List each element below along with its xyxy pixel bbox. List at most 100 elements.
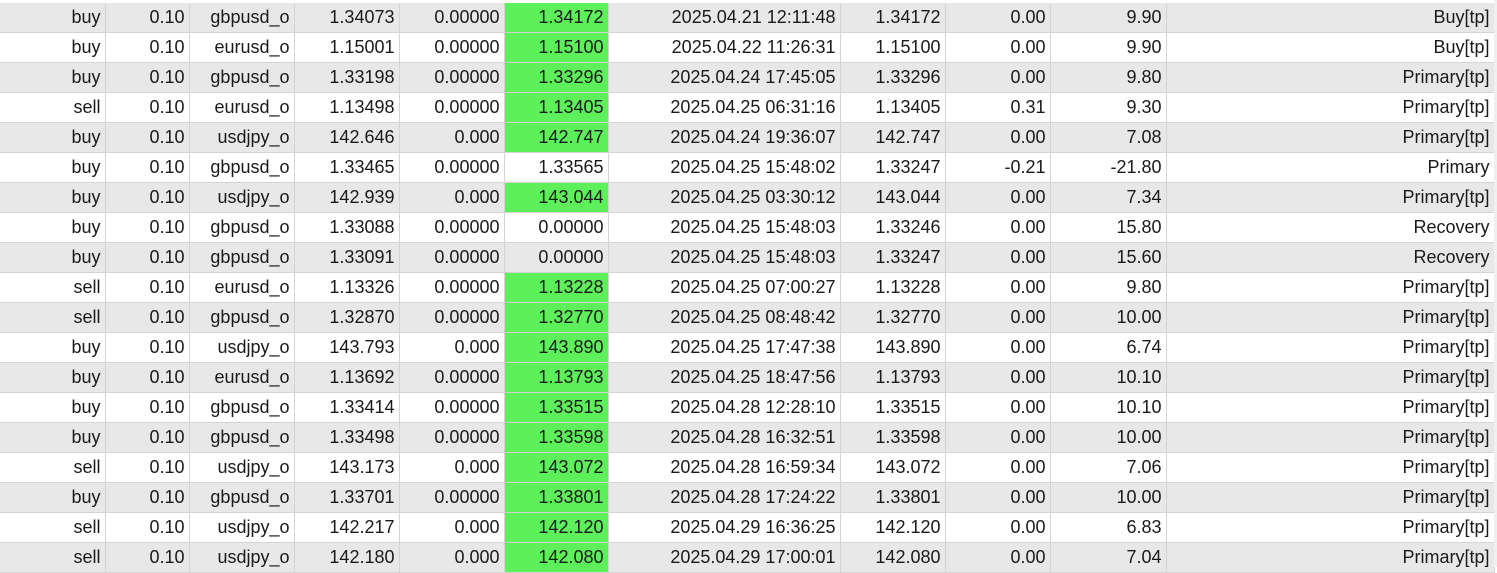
table-row[interactable]: buy 0.10 gbpusd_o 1.33198 0.00000 1.33296 2025… — [0, 62, 1495, 93]
open-price-cell: 142.939 — [294, 182, 400, 213]
swap-cell: 0.00 — [945, 512, 1051, 543]
stop-loss-cell: 0.000 — [399, 182, 505, 213]
table-row[interactable]: buy 0.10 gbpusd_o 1.33498 0.00000 1.33598 2025… — [0, 422, 1495, 453]
take-profit-cell: 1.33598 — [504, 422, 609, 453]
take-profit-cell: 143.044 — [504, 182, 609, 213]
trade-type-cell: buy — [0, 122, 106, 153]
take-profit-cell: 1.13405 — [504, 92, 609, 123]
table-row[interactable]: sell 0.10 usdjpy_o 142.217 0.000 142.120 2025.… — [0, 512, 1495, 543]
table-row[interactable]: sell 0.10 usdjpy_o 143.173 0.000 143.072 2025.… — [0, 452, 1495, 483]
volume-cell: 0.10 — [105, 272, 190, 303]
table-row[interactable]: sell 0.10 usdjpy_o 142.180 0.000 142.080 2025.… — [0, 542, 1495, 573]
stop-loss-cell: 0.00000 — [399, 392, 505, 423]
volume-cell: 0.10 — [105, 182, 190, 213]
close-time-cell: 2025.04.28 16:59:34 — [608, 452, 841, 483]
swap-cell: 0.00 — [945, 332, 1051, 363]
take-profit-cell: 1.33296 — [504, 62, 609, 93]
take-profit-cell: 143.890 — [504, 332, 609, 363]
close-price-cell: 1.33515 — [840, 392, 946, 423]
swap-cell: 0.00 — [945, 362, 1051, 393]
table-row[interactable]: buy 0.10 gbpusd_o 1.33091 0.00000 0.00000 2025… — [0, 242, 1495, 273]
take-profit-cell: 142.120 — [504, 512, 609, 543]
trade-type-cell: buy — [0, 62, 106, 93]
close-time-cell: 2025.04.28 16:32:51 — [608, 422, 841, 453]
trade-history-table: buy 0.10 gbpusd_o 1.34073 0.00000 1.34172 2025… — [0, 3, 1495, 573]
profit-cell: 10.10 — [1050, 392, 1167, 423]
stop-loss-cell: 0.00000 — [399, 482, 505, 513]
swap-cell: 0.00 — [945, 272, 1051, 303]
trade-rows: buy 0.10 gbpusd_o 1.34073 0.00000 1.34172 2025… — [0, 3, 1495, 573]
symbol-cell: gbpusd_o — [189, 482, 295, 513]
close-time-cell: 2025.04.25 08:48:42 — [608, 302, 841, 333]
symbol-cell: gbpusd_o — [189, 392, 295, 423]
close-price-cell: 1.15100 — [840, 32, 946, 63]
comment-cell: Primary[tp] — [1166, 422, 1495, 453]
close-time-cell: 2025.04.21 12:11:48 — [608, 3, 841, 33]
profit-cell: 9.90 — [1050, 3, 1167, 33]
volume-cell: 0.10 — [105, 422, 190, 453]
symbol-cell: gbpusd_o — [189, 212, 295, 243]
symbol-cell: gbpusd_o — [189, 302, 295, 333]
stop-loss-cell: 0.00000 — [399, 92, 505, 123]
table-row[interactable]: buy 0.10 eurusd_o 1.13692 0.00000 1.13793 2025… — [0, 362, 1495, 393]
swap-cell: 0.00 — [945, 242, 1051, 273]
profit-cell: 6.83 — [1050, 512, 1167, 543]
symbol-cell: eurusd_o — [189, 32, 295, 63]
table-row[interactable]: buy 0.10 gbpusd_o 1.33465 0.00000 1.33565 2025… — [0, 152, 1495, 183]
close-time-cell: 2025.04.25 15:48:02 — [608, 152, 841, 183]
symbol-cell: usdjpy_o — [189, 542, 295, 573]
trade-type-cell: sell — [0, 542, 106, 573]
open-price-cell: 1.33414 — [294, 392, 400, 423]
symbol-cell: gbpusd_o — [189, 62, 295, 93]
trade-type-cell: buy — [0, 482, 106, 513]
trade-type-cell: buy — [0, 32, 106, 63]
table-row[interactable]: buy 0.10 gbpusd_o 1.34073 0.00000 1.34172 2025… — [0, 3, 1495, 33]
table-row[interactable]: sell 0.10 eurusd_o 1.13326 0.00000 1.13228 202… — [0, 272, 1495, 303]
take-profit-cell: 1.15100 — [504, 32, 609, 63]
close-time-cell: 2025.04.25 07:00:27 — [608, 272, 841, 303]
close-price-cell: 143.890 — [840, 332, 946, 363]
swap-cell: 0.00 — [945, 392, 1051, 423]
symbol-cell: usdjpy_o — [189, 182, 295, 213]
open-price-cell: 1.13326 — [294, 272, 400, 303]
trade-type-cell: sell — [0, 272, 106, 303]
open-price-cell: 142.217 — [294, 512, 400, 543]
profit-cell: 10.00 — [1050, 302, 1167, 333]
close-time-cell: 2025.04.22 11:26:31 — [608, 32, 841, 63]
comment-cell: Primary[tp] — [1166, 362, 1495, 393]
open-price-cell: 1.33498 — [294, 422, 400, 453]
trade-type-cell: sell — [0, 92, 106, 123]
volume-cell: 0.10 — [105, 242, 190, 273]
table-row[interactable]: buy 0.10 gbpusd_o 1.33701 0.00000 1.33801 2025… — [0, 482, 1495, 513]
table-row[interactable]: buy 0.10 gbpusd_o 1.33414 0.00000 1.33515 2025… — [0, 392, 1495, 423]
close-price-cell: 143.072 — [840, 452, 946, 483]
table-row[interactable]: buy 0.10 gbpusd_o 1.33088 0.00000 0.00000 2025… — [0, 212, 1495, 243]
stop-loss-cell: 0.00000 — [399, 272, 505, 303]
table-row[interactable]: sell 0.10 gbpusd_o 1.32870 0.00000 1.32770 202… — [0, 302, 1495, 333]
close-price-cell: 1.33801 — [840, 482, 946, 513]
open-price-cell: 143.793 — [294, 332, 400, 363]
open-price-cell: 1.33091 — [294, 242, 400, 273]
close-time-cell: 2025.04.25 06:31:16 — [608, 92, 841, 123]
table-row[interactable]: buy 0.10 usdjpy_o 143.793 0.000 143.890 2025.0… — [0, 332, 1495, 363]
close-price-cell: 1.33296 — [840, 62, 946, 93]
table-row[interactable]: buy 0.10 usdjpy_o 142.646 0.000 142.747 2025.0… — [0, 122, 1495, 153]
close-price-cell: 1.33247 — [840, 242, 946, 273]
open-price-cell: 1.32870 — [294, 302, 400, 333]
symbol-cell: usdjpy_o — [189, 512, 295, 543]
profit-cell: 6.74 — [1050, 332, 1167, 363]
swap-cell: 0.00 — [945, 212, 1051, 243]
take-profit-cell: 142.747 — [504, 122, 609, 153]
table-row[interactable]: buy 0.10 eurusd_o 1.15001 0.00000 1.15100 2025… — [0, 32, 1495, 63]
volume-cell: 0.10 — [105, 542, 190, 573]
profit-cell: -21.80 — [1050, 152, 1167, 183]
take-profit-cell: 1.33801 — [504, 482, 609, 513]
volume-cell: 0.10 — [105, 512, 190, 543]
open-price-cell: 1.15001 — [294, 32, 400, 63]
table-row[interactable]: buy 0.10 usdjpy_o 142.939 0.000 143.044 2025.0… — [0, 182, 1495, 213]
take-profit-cell: 0.00000 — [504, 212, 609, 243]
close-time-cell: 2025.04.29 16:36:25 — [608, 512, 841, 543]
take-profit-cell: 142.080 — [504, 542, 609, 573]
volume-cell: 0.10 — [105, 3, 190, 33]
table-row[interactable]: sell 0.10 eurusd_o 1.13498 0.00000 1.13405 202… — [0, 92, 1495, 123]
